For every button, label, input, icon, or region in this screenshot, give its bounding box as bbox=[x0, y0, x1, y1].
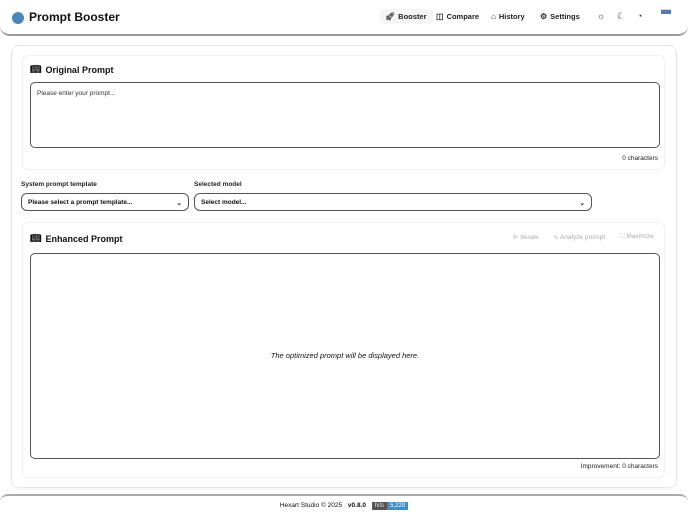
sun-icon[interactable]: ☼ bbox=[597, 11, 605, 21]
chevron-down-icon: ⌄ bbox=[579, 200, 585, 207]
enhanced-output: The optimized prompt will be displayed h… bbox=[30, 253, 660, 459]
prompt-placeholder: Please enter your prompt... bbox=[37, 90, 116, 97]
nav-label: Settings bbox=[550, 12, 580, 21]
title-text: Enhanced Prompt bbox=[45, 233, 123, 244]
template-label: System prompt template bbox=[21, 181, 97, 188]
output-placeholder: The optimized prompt will be displayed h… bbox=[270, 351, 420, 360]
compare-icon: ◫ bbox=[436, 12, 444, 21]
footer: Hexart Studio © 2025 v0.8.0 hits 5,220 bbox=[0, 494, 688, 512]
nav-settings[interactable]: ⚙ Settings bbox=[540, 12, 580, 21]
theme-icon[interactable]: ◔ bbox=[637, 11, 642, 21]
template-select[interactable]: Please select a prompt template... ⌄ bbox=[21, 193, 189, 211]
rocket-icon: 🚀︎ bbox=[385, 12, 396, 21]
prompt-input[interactable]: Please enter your prompt... bbox=[30, 82, 660, 148]
book-open-icon: 📖︎ bbox=[30, 233, 42, 243]
copyright: Hexart Studio © 2025 bbox=[279, 502, 343, 509]
header: Prompt Booster 🚀︎ Booster ◫ Compare ⌂ Histo… bbox=[0, 0, 688, 36]
flag-icon[interactable]: ▀▀ bbox=[661, 11, 671, 18]
model-label: Selected model bbox=[194, 181, 242, 188]
title-text: Original Prompt bbox=[45, 64, 114, 75]
nav-label: Booster bbox=[398, 12, 427, 21]
app-title: Prompt Booster bbox=[29, 10, 120, 24]
enhanced-prompt-title: 📖︎ Enhanced Prompt bbox=[30, 233, 122, 244]
model-value: Select model... bbox=[201, 199, 247, 206]
chevron-down-icon: ⌄ bbox=[176, 200, 182, 207]
hits-label: hits bbox=[371, 502, 388, 510]
version: v0.8.0 bbox=[347, 502, 366, 509]
template-value: Please select a prompt template... bbox=[28, 199, 133, 206]
analyze-label: Analyze prompt bbox=[559, 234, 606, 241]
moon-icon[interactable]: ☾ bbox=[617, 11, 625, 22]
iterate-label: Iterate bbox=[520, 234, 539, 241]
original-prompt-card: 📖︎ Original Prompt Please enter your prom… bbox=[22, 55, 665, 170]
hits-count: 5,220 bbox=[387, 502, 409, 510]
nav-compare[interactable]: ◫ Compare bbox=[436, 12, 479, 21]
analyze-button[interactable]: ∿ Analyze prompt bbox=[553, 233, 605, 241]
hits-badge: hits 5,220 bbox=[371, 502, 409, 510]
original-prompt-title: 📖︎ Original Prompt bbox=[30, 64, 113, 75]
improvement-count: Improvement: 0 characters bbox=[580, 463, 658, 470]
char-count: 0 characters bbox=[622, 155, 658, 162]
nav-label: Compare bbox=[446, 12, 480, 21]
gear-icon: ⚙ bbox=[540, 12, 548, 21]
maximize-label: Maximize bbox=[626, 233, 654, 240]
nav-label: History bbox=[498, 12, 525, 21]
history-icon: ⌂ bbox=[491, 12, 496, 21]
nav-booster[interactable]: 🚀︎ Booster bbox=[379, 9, 433, 24]
nav-history[interactable]: ⌂ History bbox=[491, 12, 525, 21]
iterate-button[interactable]: ⊳ Iterate bbox=[513, 233, 539, 241]
model-select[interactable]: Select model... ⌄ bbox=[194, 193, 592, 211]
book-icon: 📖︎ bbox=[30, 64, 42, 74]
logo-icon bbox=[12, 12, 24, 24]
maximize-button[interactable]: ⛶ Maximize bbox=[620, 233, 654, 241]
pulse-icon: ∿ bbox=[553, 234, 560, 241]
enhanced-prompt-card: 📖︎ Enhanced Prompt ⊳ Iterate ∿ Analyze pr… bbox=[22, 222, 665, 478]
